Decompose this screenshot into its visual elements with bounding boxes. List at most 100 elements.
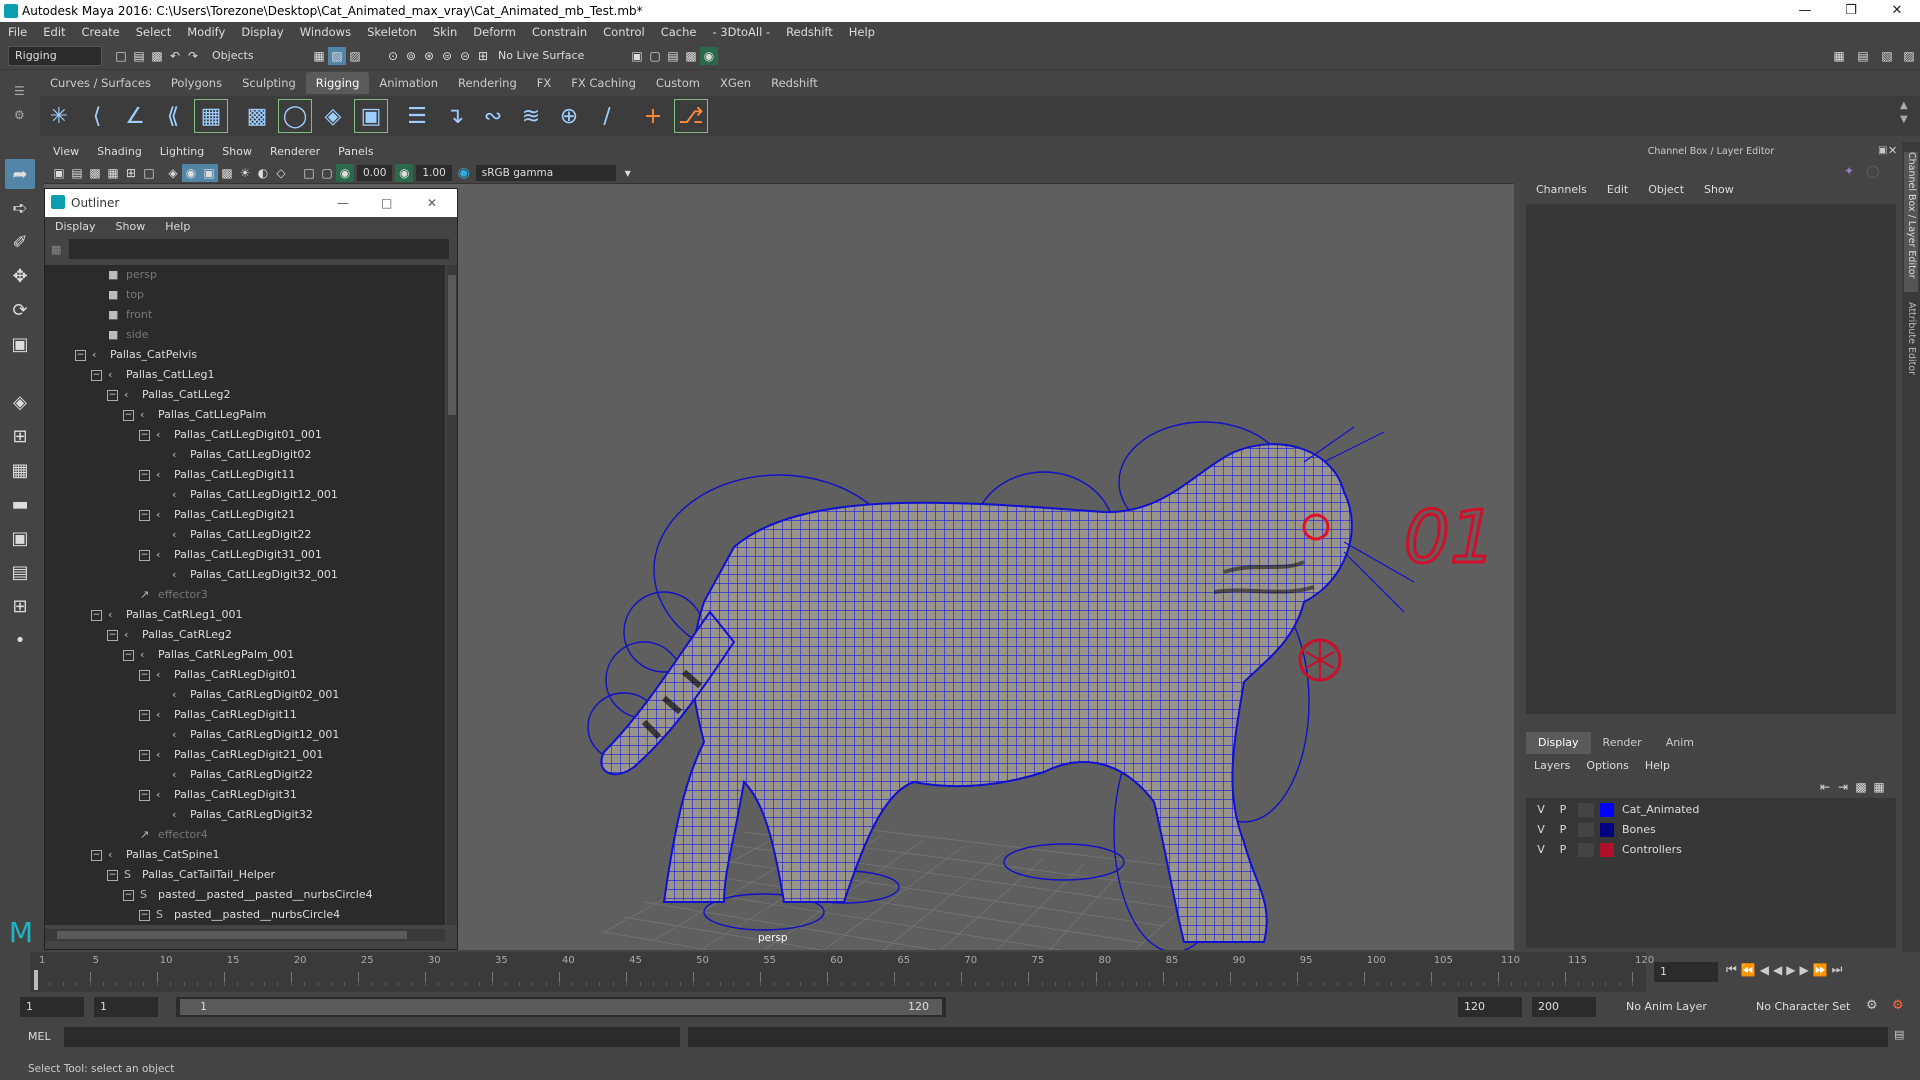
collapse-toggle-icon[interactable]: − (139, 749, 150, 761)
layer-type-toggle[interactable] (1578, 823, 1594, 837)
outliner-node[interactable]: ‹ Pallas_CatRLegDigit32 (45, 805, 445, 825)
shelf-tab-rigging[interactable]: Rigging (305, 72, 370, 94)
channel-box-float-icon[interactable]: ▣ (1878, 145, 1887, 156)
viewport-menu-renderer[interactable]: Renderer (261, 142, 329, 162)
go-to-start-icon[interactable]: ⏮ (1726, 962, 1737, 977)
outliner-node[interactable]: ‹ Pallas_CatRLegDigit12_001 (45, 725, 445, 745)
menu-help[interactable]: Help (841, 22, 883, 42)
collapse-toggle-icon[interactable]: − (75, 349, 86, 361)
gamma-field[interactable]: 1.00 (416, 164, 452, 181)
collapse-toggle-icon[interactable]: − (139, 909, 150, 921)
collapse-toggle-icon[interactable]: − (107, 389, 118, 401)
snap-curve-icon[interactable]: ⊚ (402, 47, 420, 65)
layer-color-swatch[interactable] (1600, 823, 1614, 837)
xray-joints-icon[interactable]: ▢ (318, 164, 336, 182)
viewport-menu-shading[interactable]: Shading (88, 142, 151, 162)
ipr-render-icon[interactable]: ▤ (664, 47, 682, 65)
play-forward-icon[interactable]: ▶ (1786, 963, 1795, 977)
layer-visibility-toggle[interactable]: V (1530, 840, 1552, 860)
outliner-node[interactable]: ↗ effector3 (45, 585, 445, 605)
exposure-icon[interactable]: ◉ (336, 163, 354, 182)
go-to-end-icon[interactable]: ⏭ (1832, 962, 1843, 977)
render-settings-icon[interactable]: ▩ (682, 47, 700, 65)
step-back-frame-icon[interactable]: ◀ (1760, 963, 1769, 977)
channel-box-search-icon[interactable]: ✦ (1844, 164, 1854, 178)
outliner-search-input[interactable] (69, 239, 449, 259)
menu-select[interactable]: Select (128, 22, 179, 42)
menu-display[interactable]: Display (233, 22, 291, 42)
layer-type-toggle[interactable] (1578, 843, 1594, 857)
layer-row[interactable]: V P Bones (1526, 820, 1896, 840)
layer-tab-render[interactable]: Render (1591, 732, 1654, 754)
channel-box-toggle-icon[interactable]: ▤ (1854, 47, 1872, 65)
layer-visibility-toggle[interactable]: V (1530, 800, 1552, 820)
ik-handle-icon[interactable]: ∠ (118, 99, 152, 133)
snap-grid-icon[interactable]: ⊙ (384, 47, 402, 65)
point-constraint-icon[interactable]: + (636, 99, 670, 133)
outliner-node[interactable]: ‹ Pallas_CatRLegDigit22 (45, 765, 445, 785)
layout-dropdown-icon[interactable]: • (5, 625, 35, 655)
outliner-node[interactable]: − ‹ Pallas_CatRLegDigit21_001 (45, 745, 445, 765)
shelf-tab-custom[interactable]: Custom (646, 72, 710, 94)
playback-start-field[interactable]: 1 (94, 997, 158, 1017)
outliner-node[interactable]: − ‹ Pallas_CatPelvis (45, 345, 445, 365)
outliner-layout-icon[interactable]: ▤ (5, 557, 35, 587)
outliner-node[interactable]: − ‹ Pallas_CatLLegDigit31_001 (45, 545, 445, 565)
scale-tool-icon[interactable]: ▣ (5, 329, 35, 359)
step-back-key-icon[interactable]: ⏪ (1741, 963, 1756, 977)
end-time-field[interactable]: 200 (1532, 997, 1596, 1017)
layer-tab-anim[interactable]: Anim (1654, 732, 1706, 754)
isolate-select-icon[interactable]: ◇ (272, 164, 290, 182)
collapse-toggle-icon[interactable]: − (139, 789, 150, 801)
layer-list[interactable]: V P Cat_Animated V P Bones V P Controllers (1526, 798, 1896, 948)
menu-edit[interactable]: Edit (35, 22, 73, 42)
shelf-tab-curves-surfaces[interactable]: Curves / Surfaces (40, 72, 161, 94)
menu-create[interactable]: Create (74, 22, 128, 42)
select-component-icon[interactable]: ▨ (346, 47, 364, 65)
smooth-bind-icon[interactable]: ◯ (278, 99, 312, 133)
single-perspective-layout-icon[interactable]: ◈ (5, 387, 35, 417)
menu-redshift[interactable]: Redshift (778, 22, 841, 42)
viewport-panel[interactable]: 01 View Shading Lighting Show Renderer Panels… (44, 142, 1514, 950)
dropdown-arrow-icon[interactable]: ▾ (619, 164, 637, 182)
collapse-toggle-icon[interactable]: − (139, 509, 150, 521)
smooth-shade-icon[interactable]: ◉ (182, 163, 200, 182)
outliner-node[interactable]: − ‹ Pallas_CatLLegDigit21 (45, 505, 445, 525)
start-time-field[interactable]: 1 (20, 997, 84, 1017)
layer-move-up-icon[interactable]: ⇤ (1816, 778, 1834, 796)
outliner-vscroll-thumb[interactable] (448, 275, 456, 415)
film-gate-icon[interactable]: □ (140, 164, 158, 182)
snap-point-icon[interactable]: ⊛ (420, 47, 438, 65)
animation-preferences-icon[interactable]: ⚙ (1892, 998, 1904, 1013)
outliner-node[interactable]: − ‹ Pallas_CatSpine1 (45, 845, 445, 865)
collapse-toggle-icon[interactable]: − (91, 369, 102, 381)
outliner-node[interactable]: − Spasted__pasted__nurbsCircle4 (45, 905, 445, 925)
outliner-node[interactable]: ‹ Pallas_CatLLegDigit02 (45, 445, 445, 465)
outliner-node[interactable]: ‹ Pallas_CatLLegDigit12_001 (45, 485, 445, 505)
insert-joint-icon[interactable]: ⟨ (80, 99, 114, 133)
collapse-toggle-icon[interactable]: − (123, 649, 134, 661)
outliner-node[interactable]: − ‹ Pallas_CatRLegDigit11 (45, 705, 445, 725)
menu-skin[interactable]: Skin (425, 22, 465, 42)
grid-toggle-icon[interactable]: ⊞ (122, 164, 140, 182)
outliner-node[interactable]: ‹ Pallas_CatRLegDigit02_001 (45, 685, 445, 705)
shelf-tab-xgen[interactable]: XGen (710, 72, 761, 94)
layer-menu-options[interactable]: Options (1578, 759, 1636, 772)
shelf-scroll-up-icon[interactable]: ▲ (1900, 100, 1908, 111)
layer-menu-layers[interactable]: Layers (1526, 759, 1578, 772)
outliner-node[interactable]: − S Pallas_CatTailTail_Helper (45, 865, 445, 885)
shelf-tab-redshift[interactable]: Redshift (761, 72, 828, 94)
range-bar-handle[interactable]: 1 120 (180, 999, 942, 1015)
outliner-menu-display[interactable]: Display (45, 217, 106, 237)
wire-deformer-icon[interactable]: ∾ (476, 99, 510, 133)
move-tool-icon[interactable]: ✥ (5, 261, 35, 291)
viewport-menu-view[interactable]: View (44, 142, 88, 162)
collapse-toggle-icon[interactable]: − (139, 429, 150, 441)
close-icon[interactable]: ✕ (1874, 0, 1920, 22)
shelf-settings-icon[interactable]: ⚙ (14, 108, 25, 122)
blend-shape-icon[interactable]: ↴ (438, 99, 472, 133)
playback-end-field[interactable]: 120 (1458, 997, 1522, 1017)
shadows-icon[interactable]: ◐ (254, 164, 272, 182)
bookmark-icon[interactable]: ▩ (86, 164, 104, 182)
save-scene-icon[interactable]: ▩ (148, 47, 166, 65)
